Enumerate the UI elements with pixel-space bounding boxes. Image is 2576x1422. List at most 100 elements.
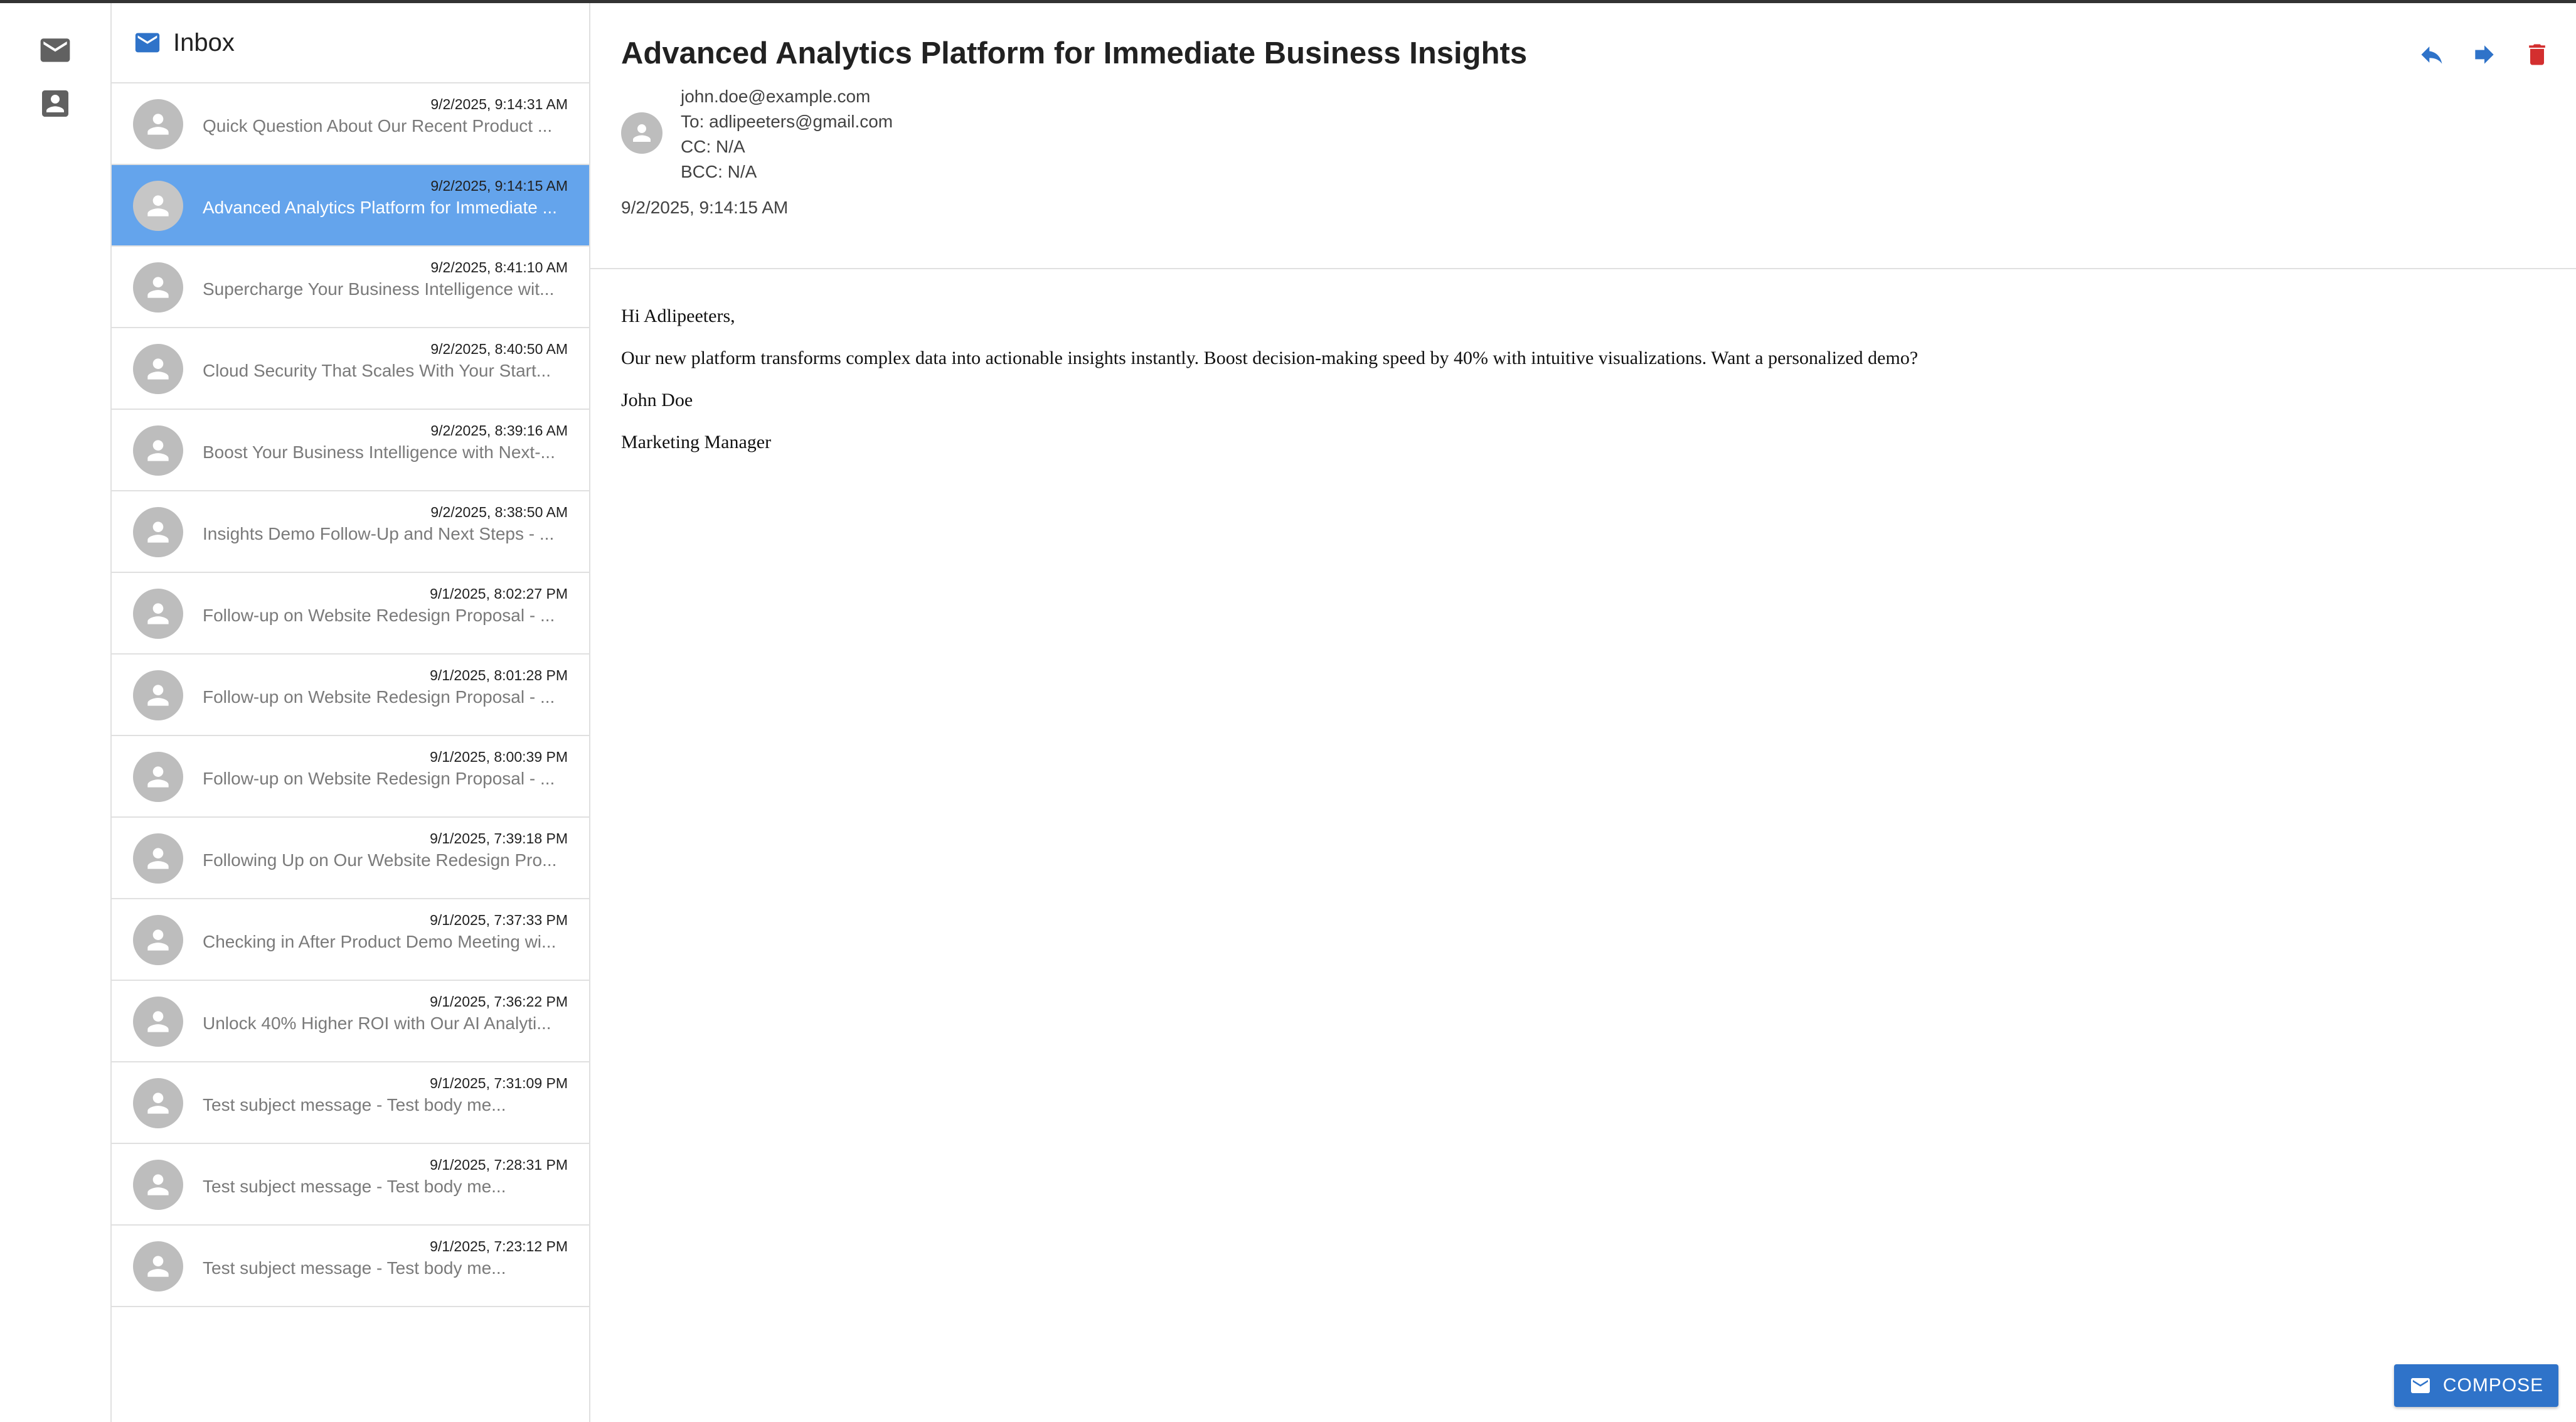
person-icon [147,277,169,298]
mail-icon [135,33,160,53]
message-subject: Test subject message - Test body me... [203,1258,506,1278]
message-subject: Quick Question About Our Recent Product … [203,116,553,136]
message-title: Advanced Analytics Platform for Immediat… [621,36,1528,70]
mail-nav-button[interactable] [38,33,73,68]
message-list-item[interactable]: 9/1/2025, 8:01:28 PM Follow-up on Website… [112,655,589,736]
message-timestamp: 9/2/2025, 9:14:15 AM [430,178,568,194]
mail-icon [40,38,70,62]
recipient-bcc: BCC: N/A [681,162,757,181]
message-list-item[interactable]: 9/1/2025, 7:28:31 PM Test subject message… [112,1144,589,1226]
sender-avatar [133,99,183,149]
sender-avatar [133,344,183,394]
header-divider [590,268,2576,269]
message-subject: Cloud Security That Scales With Your Sta… [203,361,551,380]
reply-icon [2421,46,2442,64]
delete-icon [2529,44,2545,65]
sender-avatar [133,589,183,639]
message-subject: Insights Demo Follow-Up and Next Steps -… [203,524,555,543]
person-icon [147,1256,169,1277]
forward-button[interactable] [2471,41,2498,68]
sender-avatar [621,112,663,154]
message-timestamp: 9/1/2025, 7:36:22 PM [430,993,568,1010]
message-subject: Follow-up on Website Redesign Proposal -… [203,769,555,788]
person-icon [147,195,169,217]
person-icon [147,114,169,135]
inbox-header: Inbox [112,3,589,83]
compose-button[interactable]: COMPOSE [2394,1364,2558,1407]
message-subject: Following Up on Our Website Redesign Pro… [203,850,557,870]
message-list-item[interactable]: 9/2/2025, 8:39:16 AM Boost Your Business … [112,410,589,491]
message-timestamp: 9/1/2025, 8:02:27 PM [430,585,568,602]
inbox-title: Inbox [173,28,235,56]
sender-avatar [133,752,183,802]
person-icon [147,521,169,543]
person-icon [147,1011,169,1032]
icon-rail [0,3,112,1422]
sender-avatar [133,670,183,720]
message-list-item[interactable]: 9/1/2025, 7:36:22 PM Unlock 40% Higher RO… [112,981,589,1062]
body-paragraph: Our new platform transforms complex data… [621,348,1919,368]
sender-avatar [133,997,183,1047]
recipient-to: To: adlipeeters@gmail.com [681,112,893,131]
message-subject: Supercharge Your Business Intelligence w… [203,279,555,299]
message-list-item[interactable]: 9/1/2025, 8:02:27 PM Follow-up on Website… [112,573,589,655]
sender-email: john.doe@example.com [681,87,871,106]
inbox-list: Inbox 9/2/2025, 9:14:31 AM Quick Question… [112,3,590,1422]
person-icon [147,358,169,380]
sender-avatar [133,1241,183,1291]
compose-label: COMPOSE [2442,1375,2544,1396]
message-timestamp: 9/1/2025, 8:00:39 PM [430,749,568,765]
message-subject: Advanced Analytics Platform for Immediat… [203,198,557,217]
body-signature-name: John Doe [621,390,693,410]
message-subject: Follow-up on Website Redesign Proposal -… [203,606,555,625]
message-timestamp: 9/2/2025, 8:39:16 AM [430,422,568,439]
person-icon [147,929,169,951]
person-icon [147,1174,169,1195]
body-signature-title: Marketing Manager [621,432,772,452]
delete-button[interactable] [2523,41,2551,68]
message-list-item[interactable]: 9/2/2025, 9:14:31 AM Quick Question About… [112,83,589,165]
forward-icon [2475,45,2494,64]
message-list-item[interactable]: 9/2/2025, 8:41:10 AM Supercharge Your Bus… [112,247,589,328]
person-icon [147,1093,169,1114]
message-subject: Boost Your Business Intelligence with Ne… [203,442,555,462]
reading-pane: Advanced Analytics Platform for Immediat… [590,3,2576,1422]
message-timestamp: 9/2/2025, 8:38:50 AM [430,504,568,520]
message-timestamp: 9/1/2025, 7:39:18 PM [430,830,568,847]
message-list-item[interactable]: 9/1/2025, 7:31:09 PM Test subject message… [112,1062,589,1144]
message-timestamp: 9/2/2025, 8:40:50 AM [430,341,568,357]
message-list-item[interactable]: 9/1/2025, 8:00:39 PM Follow-up on Website… [112,736,589,818]
recipient-cc: CC: N/A [681,137,745,156]
message-timestamp: 9/1/2025, 8:01:28 PM [430,667,568,683]
sender-avatar [133,833,183,884]
message-list-item[interactable]: 9/2/2025, 8:40:50 AM Cloud Security That … [112,328,589,410]
person-icon [147,848,169,869]
sender-avatar [133,915,183,965]
reply-button[interactable] [2418,41,2446,68]
message-list-item[interactable]: 9/1/2025, 7:23:12 PM Test subject message… [112,1226,589,1307]
contacts-nav-button[interactable] [38,86,73,121]
message-timestamp: 9/2/2025, 9:14:31 AM [430,96,568,112]
message-list-item[interactable]: 9/1/2025, 7:39:18 PM Following Up on Our … [112,818,589,899]
message-date: 9/2/2025, 9:14:15 AM [621,198,789,217]
person-icon [147,766,169,788]
message-subject: Unlock 40% Higher ROI with Our AI Analyt… [203,1013,551,1033]
sender-avatar [133,1078,183,1128]
message-actions [2418,41,2551,68]
body-greeting: Hi Adlipeeters, [621,306,735,326]
message-list-item[interactable]: 9/2/2025, 8:38:50 AM Insights Demo Follow… [112,491,589,573]
person-icon [147,440,169,461]
message-list-item[interactable]: 9/1/2025, 7:37:33 PM Checking in After Pr… [112,899,589,981]
contact-icon [42,90,68,117]
message-subject: Follow-up on Website Redesign Proposal -… [203,687,555,707]
sender-avatar [133,507,183,557]
message-timestamp: 9/1/2025, 7:31:09 PM [430,1075,568,1091]
sender-avatar [133,262,183,313]
sender-avatar [133,1160,183,1210]
message-timestamp: 9/1/2025, 7:37:33 PM [430,912,568,928]
sender-avatar [133,425,183,476]
message-list-item[interactable]: 9/2/2025, 9:14:15 AM Advanced Analytics P… [112,165,589,247]
message-subject: Checking in After Product Demo Meeting w… [203,932,556,951]
message-subject: Test subject message - Test body me... [203,1177,506,1196]
person-icon [147,603,169,624]
